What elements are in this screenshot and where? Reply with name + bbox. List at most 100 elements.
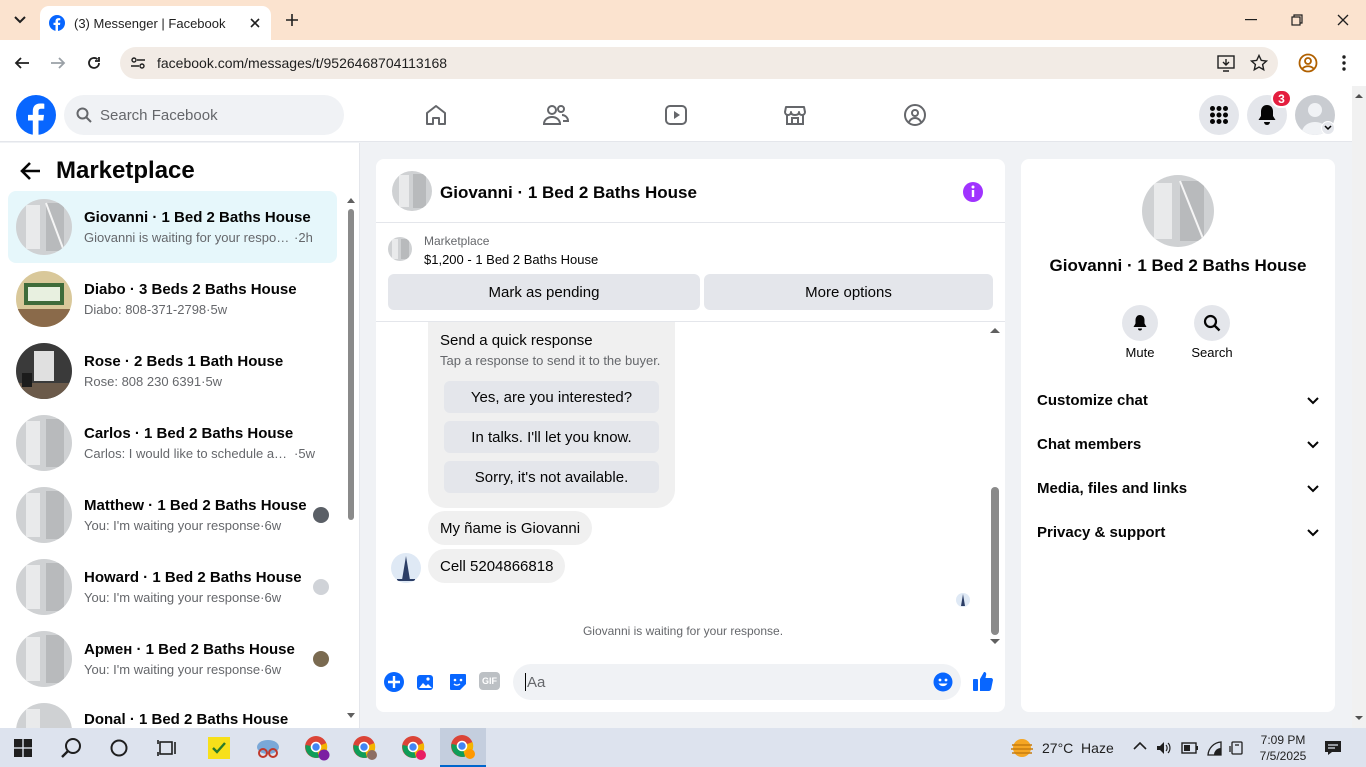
listing-thumbnail [16,631,72,687]
volume-icon[interactable] [1156,740,1172,756]
conversation-item[interactable]: Diabo · 3 Beds 2 Baths House Diabo: 808-3… [8,263,337,335]
notification-badge: 3 [1271,89,1292,108]
customize-chat-section[interactable]: Customize chat [1037,392,1319,409]
media-files-links-section[interactable]: Media, files and links [1037,480,1319,497]
taskbar-search-icon[interactable] [48,728,94,767]
chat-header: Giovanni · 1 Bed 2 Baths House [376,159,1005,223]
chat-scrollbar[interactable] [988,323,1002,649]
conversation-name: Армен · 1 Bed 2 Baths House [84,641,295,658]
conversation-item[interactable]: Rose · 2 Beds 1 Bath House Rose: 808 230 … [8,335,337,407]
home-nav-icon[interactable] [419,98,453,132]
weather-haze-icon[interactable] [1010,738,1034,758]
emoji-icon[interactable] [933,672,953,692]
back-arrow-icon[interactable] [20,160,42,182]
menu-dots-icon[interactable] [1329,48,1359,78]
conversation-preview: Giovanni is waiting for your respon... [84,230,294,245]
chrome-icon[interactable] [342,728,388,767]
message-input[interactable]: Aa [513,664,961,700]
listing-source: Marketplace [424,234,490,248]
chrome-profile-icon[interactable] [391,728,437,767]
menu-grid-icon[interactable] [1199,95,1239,135]
back-icon[interactable] [7,48,37,78]
more-options-button[interactable]: More options [704,274,993,310]
search-label[interactable]: Search [1182,345,1242,360]
chrome-profile-h-icon[interactable] [294,728,340,767]
quick-response-button[interactable]: Sorry, it's not available. [444,461,659,493]
mute-label[interactable]: Mute [1110,345,1170,360]
message-bubble[interactable]: Cell 5204866818 [428,549,566,583]
page-scrollbar[interactable] [1352,86,1366,728]
conversation-item[interactable]: Matthew · 1 Bed 2 Baths House You: I'm wa… [8,479,337,551]
conversation-item[interactable]: Howard · 1 Bed 2 Baths House You: I'm wai… [8,551,337,623]
quick-response-button[interactable]: In talks. I'll let you know. [444,421,659,453]
text-cursor [525,673,526,691]
listing-thumbnail-small [388,237,412,261]
conversation-item[interactable]: Giovanni · 1 Bed 2 Baths House Giovanni i… [8,191,337,263]
chat-avatar[interactable] [392,171,432,211]
site-info-icon[interactable] [130,55,146,71]
minimize-icon[interactable] [1228,0,1274,40]
message-bubble[interactable]: My ñame is Giovanni [428,511,593,545]
listing-thumbnail [16,487,72,543]
chat-title[interactable]: Giovanni · 1 Bed 2 Baths House [440,183,697,203]
chat-info-avatar[interactable] [1142,175,1214,247]
weather-text[interactable]: 27°C Haze [1042,740,1114,756]
marketplace-nav-icon[interactable] [778,98,812,132]
conversation-list-scrollbar[interactable] [345,193,357,723]
chevron-down-icon [1307,396,1319,405]
action-center-icon[interactable] [1324,740,1342,756]
like-thumb-icon[interactable] [972,670,994,692]
snipping-tool-icon[interactable] [245,728,291,767]
chat-members-section[interactable]: Chat members [1037,436,1319,453]
browser-tab[interactable]: (3) Messenger | Facebook [40,6,271,40]
forward-icon[interactable] [43,48,73,78]
battery-icon[interactable] [1181,741,1199,755]
address-bar[interactable]: facebook.com/messages/t/9526468704113168 [120,47,1278,79]
task-view-icon[interactable] [144,728,190,767]
sticker-icon[interactable] [448,672,468,692]
facebook-search-input[interactable]: Search Facebook [64,95,344,135]
search-in-conversation-icon[interactable] [1194,305,1230,341]
quick-response-button[interactable]: Yes, are you interested? [444,381,659,413]
section-label: Chat members [1037,436,1142,453]
windows-start-icon[interactable] [0,728,46,767]
restore-icon[interactable] [1274,0,1320,40]
wifi-icon[interactable] [1206,740,1222,756]
conversation-item[interactable]: Армен · 1 Bed 2 Baths House You: I'm wait… [8,623,337,695]
install-app-icon[interactable] [1217,54,1235,72]
tab-close-icon[interactable] [249,17,261,29]
add-actions-icon[interactable] [383,671,405,693]
groups-nav-icon[interactable] [898,98,932,132]
mark-as-pending-button[interactable]: Mark as pending [388,274,700,310]
tab-search-chevron-icon[interactable] [8,8,32,32]
window-close-icon[interactable] [1320,0,1366,40]
listing-title[interactable]: $1,200 - 1 Bed 2 Baths House [424,252,598,267]
conversation-item[interactable]: Carlos · 1 Bed 2 Baths House Carlos: I wo… [8,407,337,479]
friends-nav-icon[interactable] [539,98,573,132]
conversation-time: 2h [298,230,313,245]
taskbar-clock[interactable]: 7:09 PM 7/5/2025 [1252,732,1314,764]
bookmark-star-icon[interactable] [1250,54,1268,72]
listing-thumbnail [16,415,72,471]
reload-icon[interactable] [79,48,109,78]
sender-avatar[interactable] [391,553,421,583]
mute-bell-icon[interactable] [1122,305,1158,341]
profile-icon[interactable] [1293,48,1323,78]
new-tab-icon[interactable] [280,8,304,32]
conversation-info-icon[interactable] [962,181,984,203]
attach-photo-icon[interactable] [416,672,436,692]
privacy-support-section[interactable]: Privacy & support [1037,524,1319,541]
gif-icon[interactable]: GIF [479,672,500,690]
read-receipt-avatar [313,507,329,523]
listing-thumbnail [16,271,72,327]
facebook-logo[interactable] [16,95,56,135]
account-chevron-icon[interactable] [1321,121,1335,135]
chrome-active-icon[interactable] [440,728,486,767]
tray-chevron-up-icon[interactable] [1133,741,1147,751]
conversation-item[interactable]: Donal · 1 Bed 2 Baths House [8,695,337,728]
video-nav-icon[interactable] [659,98,693,132]
sticky-notes-icon[interactable] [196,728,242,767]
url-text: facebook.com/messages/t/9526468704113168 [157,55,448,71]
network-icon[interactable] [1229,740,1245,756]
cortana-icon[interactable] [96,728,142,767]
